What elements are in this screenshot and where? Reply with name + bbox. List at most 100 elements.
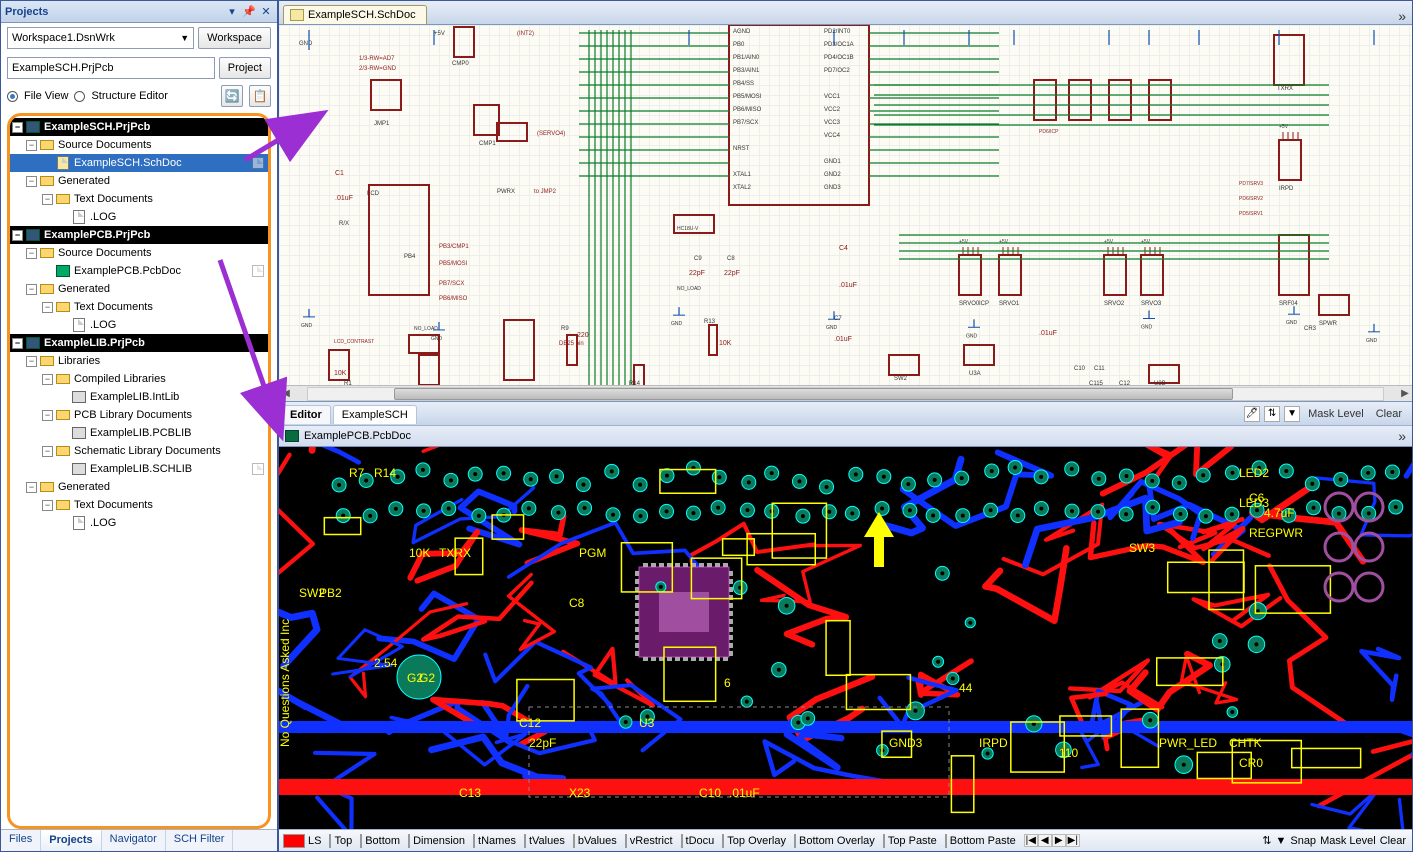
layer-label[interactable]: tValues — [529, 835, 569, 847]
tree-node[interactable]: −Compiled Libraries — [10, 370, 268, 388]
refresh-icon[interactable]: 🔄 — [221, 85, 243, 107]
highlight-icon[interactable]: 🖊 — [1244, 406, 1260, 422]
tree-node[interactable]: −Libraries — [10, 352, 268, 370]
layer-label[interactable]: Top — [334, 835, 356, 847]
layer-first-icon[interactable]: |◀ — [1024, 834, 1038, 847]
svg-text:IRPD: IRPD — [1279, 186, 1294, 192]
layer-swatch[interactable] — [625, 834, 627, 848]
dropdown-icon[interactable]: ▾ — [225, 5, 239, 19]
tree-node[interactable]: −Text Documents — [10, 298, 268, 316]
tree-node[interactable]: ExampleLIB.IntLib — [10, 388, 268, 406]
layer-label[interactable]: Bottom Paste — [950, 835, 1020, 847]
pcb-mask-level-link[interactable]: Mask Level — [1320, 835, 1376, 847]
pcb-funnel-icon[interactable]: ▼ — [1275, 835, 1286, 847]
svg-text:PD4/OC1B: PD4/OC1B — [824, 55, 854, 61]
sheet-tab[interactable]: ExampleSCH — [333, 405, 417, 424]
sidebar-tab-projects[interactable]: Projects — [41, 830, 101, 851]
funnel-icon[interactable]: ▼ — [1284, 406, 1300, 422]
svg-text:.01uF: .01uF — [834, 336, 852, 343]
scroll-left-icon[interactable]: ◀ — [279, 388, 293, 399]
tree-node[interactable]: −ExampleSCH.PrjPcb — [10, 118, 268, 136]
layer-swatch[interactable] — [794, 834, 796, 848]
scroll-track[interactable] — [307, 387, 1384, 401]
svg-text:GND: GND — [826, 325, 838, 331]
layer-swatch[interactable] — [473, 834, 475, 848]
file-view-label[interactable]: File View — [24, 90, 68, 102]
tree-node[interactable]: −PCB Library Documents — [10, 406, 268, 424]
project-textbox[interactable]: ExampleSCH.PrjPcb — [7, 57, 215, 79]
structure-editor-radio[interactable] — [74, 91, 85, 102]
tree-node[interactable]: −Source Documents — [10, 244, 268, 262]
layer-prev-icon[interactable]: ◀ — [1038, 834, 1052, 847]
layer-label[interactable]: tDocu — [686, 835, 719, 847]
tree-node[interactable]: .LOG — [10, 316, 268, 334]
tree-node[interactable]: .LOG — [10, 208, 268, 226]
structure-editor-label[interactable]: Structure Editor — [91, 90, 167, 102]
layer-label[interactable]: Bottom Overlay — [799, 835, 879, 847]
layer-swatch[interactable] — [722, 834, 724, 848]
pcb-canvas[interactable]: G2No Questions Asked IncR7R1410KTXRXPGMC… — [279, 447, 1412, 829]
tree-node[interactable]: −Text Documents — [10, 190, 268, 208]
sch-scrollbar[interactable]: ◀ ▶ — [279, 385, 1412, 401]
layer-swatch[interactable] — [408, 834, 410, 848]
layer-label[interactable]: Top Paste — [888, 835, 941, 847]
tree-node[interactable]: −Schematic Library Documents — [10, 442, 268, 460]
close-icon[interactable]: ✕ — [259, 5, 273, 19]
tree-node[interactable]: −Text Documents — [10, 496, 268, 514]
pcb-clear-link[interactable]: Clear — [1380, 835, 1406, 847]
snap-link[interactable]: Snap — [1290, 835, 1316, 847]
layer-label[interactable]: tNames — [478, 835, 520, 847]
tree-node[interactable]: −Generated — [10, 280, 268, 298]
layer-swatch[interactable] — [360, 834, 362, 848]
layer-label[interactable]: Dimension — [413, 835, 469, 847]
options-icon[interactable]: 📋 — [249, 85, 271, 107]
tree-node[interactable]: ExampleLIB.PCBLIB — [10, 424, 268, 442]
workspace-combo[interactable]: Workspace1.DsnWrk ▼ — [7, 27, 194, 49]
tree-node[interactable]: ExamplePCB.PcbDoc — [10, 262, 268, 280]
editor-tab[interactable]: Editor — [281, 405, 331, 424]
layer-swatch[interactable] — [945, 834, 947, 848]
layer-swatch[interactable] — [681, 834, 683, 848]
pin-icon[interactable]: 📌 — [242, 5, 256, 19]
mask-level-link[interactable]: Mask Level — [1304, 408, 1368, 420]
project-button[interactable]: Project — [219, 57, 271, 79]
sidebar-tab-files[interactable]: Files — [1, 830, 41, 851]
tree-node[interactable]: −Source Documents — [10, 136, 268, 154]
layer-label[interactable]: Top Overlay — [727, 835, 790, 847]
layer-next-icon[interactable]: ▶ — [1052, 834, 1066, 847]
layer-last-icon[interactable]: ▶| — [1066, 834, 1080, 847]
sidebar-tab-navigator[interactable]: Navigator — [102, 830, 166, 851]
svg-text:REGPWR: REGPWR — [1249, 526, 1303, 540]
tree-node[interactable]: −ExamplePCB.PrjPcb — [10, 226, 268, 244]
clear-link[interactable]: Clear — [1372, 408, 1406, 420]
layer-swatch[interactable] — [329, 834, 331, 848]
svg-text:PWR_LED: PWR_LED — [1159, 736, 1217, 750]
scroll-right-icon[interactable]: ▶ — [1398, 388, 1412, 399]
layer-label[interactable]: vRestrict — [630, 835, 677, 847]
workspace-button[interactable]: Workspace — [198, 27, 271, 49]
tab-overflow-icon[interactable]: » — [1392, 8, 1412, 24]
pcb-filter-icon[interactable]: ⇅ — [1262, 834, 1271, 847]
layer-label[interactable]: bValues — [578, 835, 621, 847]
sch-doc-tab[interactable]: ExampleSCH.SchDoc — [283, 5, 427, 24]
layer-swatch[interactable] — [524, 834, 526, 848]
pcb-tab-overflow-icon[interactable]: » — [1392, 428, 1412, 444]
schematic-canvas[interactable]: AGNDPB0PB1/AIN0PB3/AIN1PB4/SSPB5/MOSIPB6… — [279, 25, 1412, 385]
tree-node[interactable]: −Generated — [10, 172, 268, 190]
tree-node[interactable]: .LOG — [10, 514, 268, 532]
tree-node[interactable]: −ExampleLIB.PrjPcb — [10, 334, 268, 352]
ls-label[interactable]: LS — [308, 835, 325, 847]
file-view-radio[interactable] — [7, 91, 18, 102]
layer-label[interactable]: Bottom — [365, 835, 404, 847]
tree-node[interactable]: ExampleLIB.SCHLIB — [10, 460, 268, 478]
filter-icon[interactable]: ⇅ — [1264, 406, 1280, 422]
tree-node[interactable]: −Generated — [10, 478, 268, 496]
layer-swatch[interactable] — [883, 834, 885, 848]
sidebar-tab-sch-filter[interactable]: SCH Filter — [166, 830, 234, 851]
layer-swatch[interactable] — [573, 834, 575, 848]
svg-text:PD7/OC2: PD7/OC2 — [824, 68, 850, 74]
scroll-thumb[interactable] — [394, 388, 1233, 400]
tree-node[interactable]: ExampleSCH.SchDoc — [10, 154, 268, 172]
project-tree[interactable]: −ExampleSCH.PrjPcb−Source DocumentsExamp… — [7, 113, 271, 829]
active-layer-swatch[interactable] — [283, 834, 305, 848]
